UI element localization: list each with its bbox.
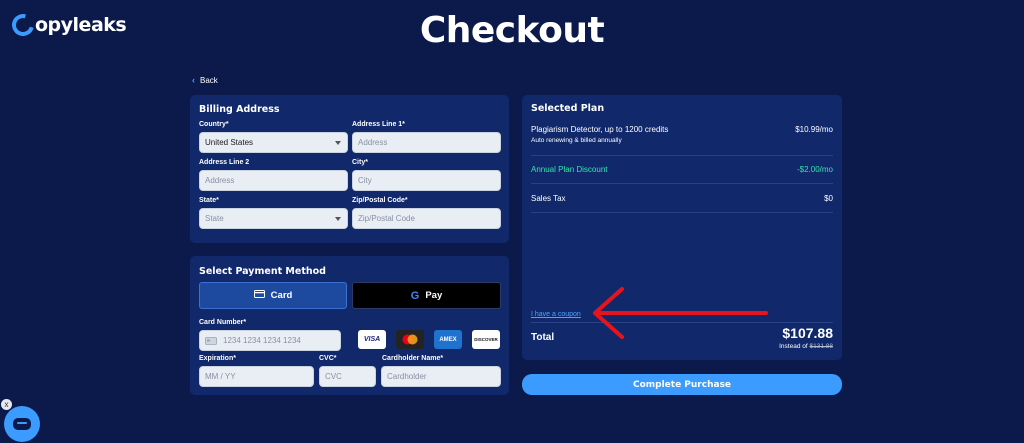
cardholder-input[interactable]: Cardholder: [381, 366, 501, 387]
coupon-link[interactable]: I have a coupon: [531, 311, 581, 318]
tax-value: $0: [824, 194, 833, 203]
chevron-down-icon: [335, 217, 341, 221]
cardholder-placeholder: Cardholder: [387, 372, 427, 381]
back-link[interactable]: ‹ Back: [192, 75, 218, 85]
card-number-placeholder: 1234 1234 1234 1234: [223, 336, 301, 345]
amex-logo: AMEX: [434, 330, 462, 349]
state-label: State*: [199, 197, 219, 204]
summary-divider: [531, 212, 833, 213]
original-price: Instead of $131.88: [779, 343, 833, 350]
address1-placeholder: Address: [358, 138, 388, 147]
payment-title: Select Payment Method: [199, 266, 326, 277]
country-value: United States: [205, 138, 254, 147]
selected-plan-title: Selected Plan: [531, 103, 605, 114]
cvc-placeholder: CVC: [325, 372, 342, 381]
address2-placeholder: Address: [205, 176, 235, 185]
summary-divider: [531, 155, 833, 156]
cvc-input[interactable]: CVC: [319, 366, 376, 387]
visa-logo: VISA: [358, 330, 386, 349]
discount-value: -$2.00/mo: [796, 165, 833, 174]
address2-label: Address Line 2: [199, 159, 250, 166]
tax-row: Sales Tax $0: [531, 194, 833, 203]
expiration-placeholder: MM / YY: [205, 372, 236, 381]
city-placeholder: City: [358, 176, 372, 185]
expiration-label: Expiration*: [199, 355, 236, 362]
annotation-arrow: [593, 287, 768, 339]
complete-purchase-button[interactable]: Complete Purchase: [522, 374, 842, 395]
chat-widget-button[interactable]: [4, 406, 40, 442]
summary-divider: [531, 183, 833, 184]
country-select[interactable]: United States: [199, 132, 348, 153]
selected-plan-panel: [522, 95, 842, 360]
cvc-label: CVC*: [319, 355, 337, 362]
back-label: Back: [200, 75, 218, 85]
tax-label: Sales Tax: [531, 194, 566, 203]
address2-input[interactable]: Address: [199, 170, 348, 191]
total-label: Total: [531, 332, 555, 343]
billing-title: Billing Address: [199, 104, 280, 115]
zip-label: Zip/Postal Code*: [352, 197, 408, 204]
card-button-label: Card: [270, 290, 293, 301]
country-label: Country*: [199, 121, 229, 128]
page-title: Checkout: [419, 10, 605, 51]
address1-label: Address Line 1*: [352, 121, 405, 128]
expiration-input[interactable]: MM / YY: [199, 366, 314, 387]
google-g-icon: G: [410, 289, 420, 302]
plan-item-price: $10.99/mo: [795, 125, 833, 134]
mastercard-logo: [396, 330, 424, 349]
cardholder-label: Cardholder Name*: [382, 355, 444, 362]
card-number-input[interactable]: 1234 1234 1234 1234: [199, 330, 341, 351]
discount-row: Annual Plan Discount -$2.00/mo: [531, 165, 833, 174]
city-label: City*: [352, 159, 368, 166]
plan-item-row: Plagiarism Detector, up to 1200 credits …: [531, 125, 833, 134]
gpay-button-label: Pay: [425, 290, 443, 301]
chat-icon: [13, 418, 31, 430]
card-number-label: Card Number*: [199, 319, 247, 326]
credit-card-icon: [253, 290, 265, 301]
discount-label: Annual Plan Discount: [531, 165, 608, 174]
plan-item-note: Auto renewing & billed annually: [531, 137, 622, 144]
zip-placeholder: Zip/Postal Code: [358, 214, 415, 223]
total-value: $107.88: [782, 325, 833, 341]
state-select[interactable]: State: [199, 208, 348, 229]
chevron-left-icon: ‹: [192, 75, 195, 85]
summary-divider: [531, 322, 833, 323]
card-payment-button[interactable]: Card: [199, 282, 347, 309]
zip-input[interactable]: Zip/Postal Code: [352, 208, 501, 229]
chat-close-button[interactable]: x: [1, 399, 12, 410]
city-input[interactable]: City: [352, 170, 501, 191]
plan-item-name: Plagiarism Detector, up to 1200 credits: [531, 125, 669, 134]
chevron-down-icon: [335, 141, 341, 145]
address1-input[interactable]: Address: [352, 132, 501, 153]
card-outline-icon: [205, 336, 217, 345]
discover-logo: DISCOVER: [472, 330, 500, 349]
google-pay-button[interactable]: G Pay: [352, 282, 501, 309]
state-placeholder: State: [205, 214, 224, 223]
